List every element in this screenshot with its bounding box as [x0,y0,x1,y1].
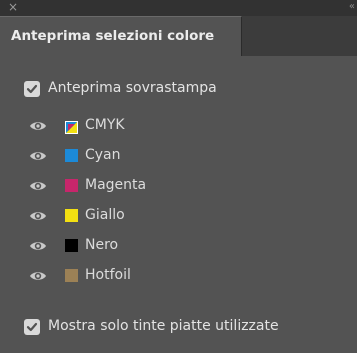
overprint-preview-label[interactable]: Anteprima sovrastampa [48,80,217,96]
tab-separations-preview[interactable]: Anteprima selezioni colore [0,16,242,56]
overprint-preview-checkbox[interactable] [24,81,40,97]
eye-icon[interactable] [29,118,47,132]
checkmark-icon [26,322,38,332]
cmyk-swatch-icon [65,119,78,134]
checkmark-icon [26,84,38,94]
panel-tab-bar: Anteprima selezioni colore [0,16,357,56]
tab-label: Anteprima selezioni colore [11,28,215,44]
eye-icon[interactable] [29,208,47,222]
show-used-spot-colors-checkbox[interactable] [24,319,40,335]
eye-icon[interactable] [29,178,47,192]
close-icon[interactable]: × [8,0,18,14]
show-used-spot-colors-label[interactable]: Mostra solo tinte piatte utilizzate [48,318,279,334]
separation-row-giallo[interactable]: Giallo [0,201,357,231]
separation-row-magenta[interactable]: Magenta [0,171,357,201]
separation-row-hotfoil[interactable]: Hotfoil [0,261,357,291]
separation-label: Giallo [85,207,125,223]
panel-title-bar: × « [0,0,357,16]
separation-label: Magenta [85,177,147,193]
color-swatch [65,179,78,192]
color-swatch [65,269,78,282]
eye-icon[interactable] [29,148,47,162]
separation-row-nero[interactable]: Nero [0,231,357,261]
color-swatch [65,239,78,252]
separation-label: Nero [85,237,119,253]
color-swatch [65,209,78,222]
collapse-panel-icon[interactable]: « [349,1,355,13]
eye-icon[interactable] [29,268,47,282]
separation-row-cyan[interactable]: Cyan [0,141,357,171]
separation-label: Cyan [85,147,121,163]
separation-label: Hotfoil [85,267,131,283]
eye-icon[interactable] [29,238,47,252]
color-swatch [65,149,78,162]
separation-row-cmyk[interactable]: CMYK [0,111,357,141]
separation-label: CMYK [85,117,125,133]
